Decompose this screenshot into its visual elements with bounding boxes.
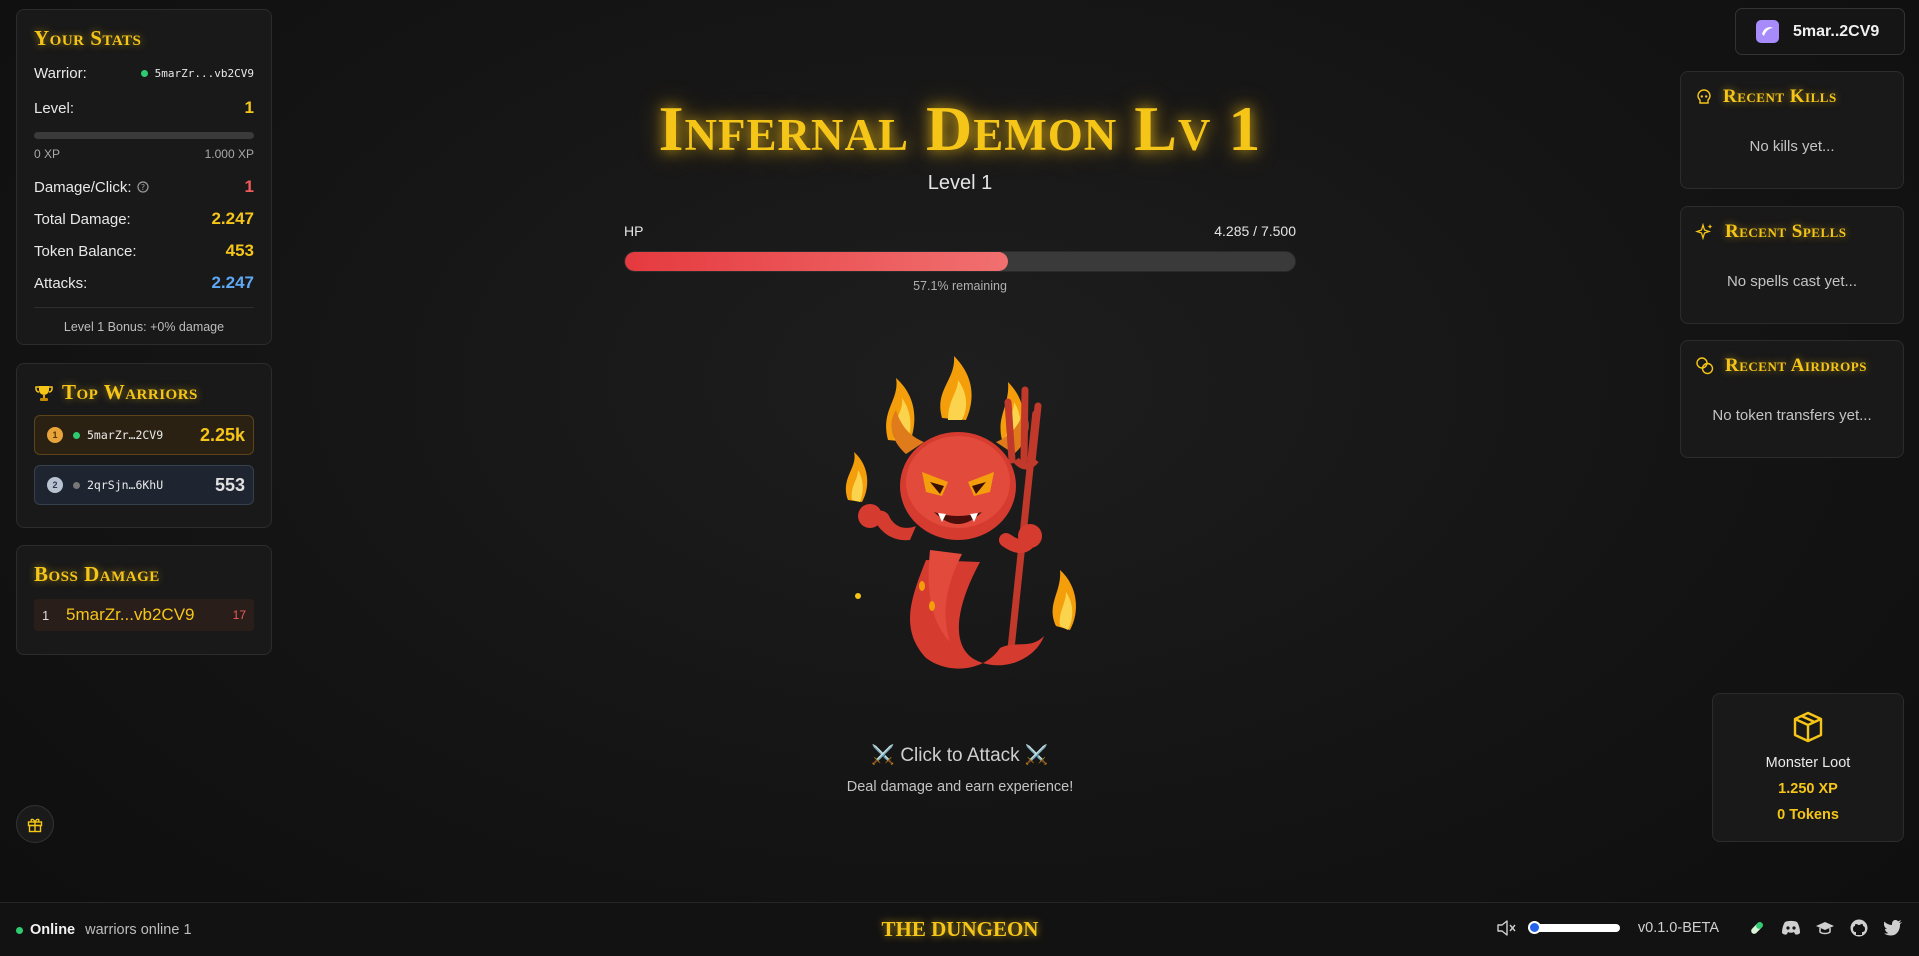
boss-level: Level 1 [927,172,993,194]
volume-slider[interactable] [1527,921,1620,934]
warrior-row-2[interactable]: 2 2qrSjn…6KhU 553 [34,465,254,505]
hp-bar-fill [625,252,1008,271]
sparkles-icon [1695,222,1713,241]
pill-icon[interactable] [1747,918,1767,938]
wallet-button[interactable]: 5mar..2CV9 [1735,8,1905,55]
hp-value: 4.285 / 7.500 [1214,223,1296,239]
silver-medal-icon: 2 [47,477,63,493]
stats-panel: Your Stats Warrior: 5marZr...vb2CV9 Leve… [16,9,272,345]
level-row: Level: 1 [34,98,254,118]
demon-boss-image[interactable] [830,350,1100,680]
svg-text:?: ? [140,183,144,192]
gold-medal-icon: 1 [47,427,63,443]
stats-title: Your Stats [34,26,142,50]
recent-spells-title: Recent Spells [1725,221,1847,242]
boss-damage-title: Boss Damage [34,562,160,586]
warrior-name: 5marZr…2CV9 [87,428,164,442]
click-to-attack[interactable]: ⚔️ Click to Attack ⚔️ [500,743,1420,767]
top-warriors-panel: Top Warriors 1 5marZr…2CV9 2.25k 2 2qrSj… [16,363,272,528]
online-status: Online warriors online 1 [16,922,192,938]
warrior-name: 2qrSjn…6KhU [87,478,164,492]
wallet-address: 5mar..2CV9 [1793,22,1880,40]
recent-airdrops-empty: No token transfers yet... [1712,407,1872,424]
online-dot [16,926,23,934]
footer: Online warriors online 1 THE DUNGEON v0.… [0,902,1919,956]
github-icon[interactable] [1849,918,1869,938]
help-icon[interactable]: ? [136,181,149,193]
total-damage-row: Total Damage: 2.247 [34,209,254,229]
trophy-icon [35,385,53,401]
recent-airdrops-panel: Recent Airdrops No token transfers yet..… [1680,340,1904,458]
brand-logo: THE DUNGEON [881,917,1039,941]
token-balance-label: Token Balance: [34,242,137,260]
recent-kills-empty: No kills yet... [1749,138,1835,155]
attacks-value: 2.247 [211,273,254,292]
token-balance-value: 453 [225,241,254,260]
volume-slider-knob[interactable] [1527,921,1541,934]
attacks-label: Attacks: [34,274,88,292]
online-dot [140,70,148,77]
offline-dot [73,481,80,489]
online-dot [73,431,80,439]
level-label: Level: [34,99,75,117]
boss-damage-panel: Boss Damage 1 5marZr...vb2CV9 17 [16,545,272,655]
boss-damage-rank: 1 [42,607,50,623]
coins-icon [1696,357,1714,375]
total-damage-value: 2.247 [211,209,254,228]
boss-title: Infernal Demon Lv 1 [658,93,1262,164]
boss-damage-row: 1 5marZr...vb2CV9 17 [34,599,254,631]
warrior-score: 2.25k [199,424,245,445]
gift-icon [27,818,43,833]
recent-spells-panel: Recent Spells No spells cast yet... [1680,206,1904,324]
recent-kills-panel: Recent Kills No kills yet... [1680,71,1904,189]
mute-icon[interactable] [1496,918,1518,938]
twitter-icon[interactable] [1883,918,1903,938]
warrior-label: Warrior: [34,65,87,82]
xp-range: 0 XP 1.000 XP [34,147,254,161]
version-label: v0.1.0-BETA [1637,920,1719,936]
online-label: Online [30,922,76,938]
warrior-row-1[interactable]: 1 5marZr…2CV9 2.25k [34,415,254,455]
damage-row: Damage/Click: ? 1 [34,177,254,197]
warriors-online: warriors online 1 [85,922,192,938]
wallet-icon [1756,20,1779,43]
top-warriors-title: Top Warriors [62,380,198,404]
attacks-row: Attacks: 2.247 [34,273,254,293]
xp-progress-bar [34,132,254,139]
damage-value: 1 [244,177,254,196]
xp-max: 1.000 XP [204,147,254,161]
xp-min: 0 XP [34,147,61,161]
monster-loot-panel: Monster Loot 1.250 XP 0 Tokens [1712,693,1904,842]
warrior-row: Warrior: 5marZr...vb2CV9 [34,65,254,82]
skull-icon [1697,89,1711,104]
hp-label: HP [624,223,644,239]
recent-kills-title: Recent Kills [1723,86,1837,107]
hp-bar [624,251,1296,272]
warrior-score: 553 [214,474,245,495]
loot-box-icon [1793,711,1823,743]
total-damage-label: Total Damage: [34,210,131,228]
monster-loot-xp: 1.250 XP [1778,781,1838,797]
discord-icon[interactable] [1781,918,1801,938]
recent-spells-empty: No spells cast yet... [1726,273,1858,290]
boss-damage-name: 5marZr...vb2CV9 [66,605,195,624]
graduation-cap-icon[interactable] [1815,918,1835,938]
boss-damage-value: 17 [232,608,246,622]
monster-loot-tokens: 0 Tokens [1777,807,1839,823]
hp-remaining: 57.1% remaining [913,279,1007,293]
monster-loot-title: Monster Loot [1765,755,1851,771]
level-value: 1 [244,98,254,117]
level-bonus: Level 1 Bonus: +0% damage [34,307,254,334]
recent-airdrops-title: Recent Airdrops [1725,355,1867,376]
warrior-address: 5marZr...vb2CV9 [154,67,254,80]
damage-label: Damage/Click: [34,178,132,196]
gift-button[interactable] [16,805,54,843]
token-balance-row: Token Balance: 453 [34,241,254,261]
attack-subtitle: Deal damage and earn experience! [846,779,1074,795]
footer-controls: v0.1.0-BETA [1496,918,1903,938]
